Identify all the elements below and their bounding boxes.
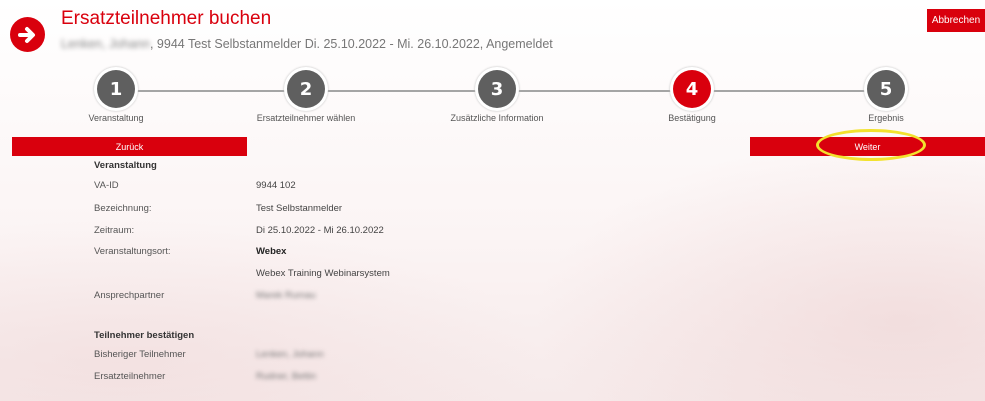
subtitle-details: , 9944 Test Selbstanmelder Di. 25.10.202… (149, 37, 553, 51)
arrow-right-logo-icon (10, 17, 45, 52)
step-number: 4 (673, 70, 711, 108)
step-2[interactable]: 2 Ersatzteilnehmer wählen (206, 70, 406, 123)
field-value-va-id: 9944 102 (256, 180, 296, 191)
cancel-button[interactable]: Abbrechen (927, 9, 985, 32)
section-title-event: Veranstaltung (94, 160, 157, 171)
step-3[interactable]: 3 Zusätzliche Information (397, 70, 597, 123)
step-label: Zusätzliche Information (450, 113, 544, 123)
participant-name-blurred: Lenken, Johann (61, 37, 150, 51)
field-label-bisheriger: Bisheriger Teilnehmer (94, 349, 186, 360)
step-number: 1 (97, 70, 135, 108)
field-label-va-id: VA-ID (94, 180, 119, 191)
field-value-ort-detail: Webex Training Webinarsystem (256, 268, 390, 279)
field-label-bezeichnung: Bezeichnung: (94, 203, 152, 214)
step-label: Ersatzteilnehmer wählen (256, 113, 356, 123)
page-subtitle: Lenken, Johann, 9944 Test Selbstanmelder… (61, 37, 553, 51)
step-number: 3 (478, 70, 516, 108)
field-value-ort: Webex (256, 246, 287, 257)
step-number: 5 (867, 70, 905, 108)
field-label-ersatz: Ersatzteilnehmer (94, 371, 166, 382)
step-number: 2 (287, 70, 325, 108)
field-value-ersatz: Rudner, Bettin (256, 371, 317, 382)
back-button[interactable]: Zurück (12, 137, 247, 156)
field-value-zeitraum: Di 25.10.2022 - Mi 26.10.2022 (256, 225, 384, 236)
field-label-zeitraum: Zeitraum: (94, 225, 135, 236)
step-label: Bestätigung (668, 113, 716, 123)
step-1[interactable]: 1 Veranstaltung (16, 70, 216, 123)
field-label-ort: Veranstaltungsort: (94, 246, 171, 257)
field-label-ansprechpartner: Ansprechpartner (94, 290, 165, 301)
field-value-ansprechpartner: Marek Rumau (256, 290, 316, 301)
section-title-participants: Teilnehmer bestätigen (94, 330, 195, 341)
step-label: Ergebnis (868, 113, 904, 123)
step-label: Veranstaltung (88, 113, 144, 123)
page-title: Ersatzteilnehmer buchen (61, 8, 272, 29)
next-button[interactable]: Weiter (750, 137, 985, 156)
step-5[interactable]: 5 Ergebnis (786, 70, 985, 123)
step-4[interactable]: 4 Bestätigung (592, 70, 792, 123)
field-value-bisheriger: Lenken, Johann (256, 349, 324, 360)
field-value-bezeichnung: Test Selbstanmelder (256, 203, 343, 214)
